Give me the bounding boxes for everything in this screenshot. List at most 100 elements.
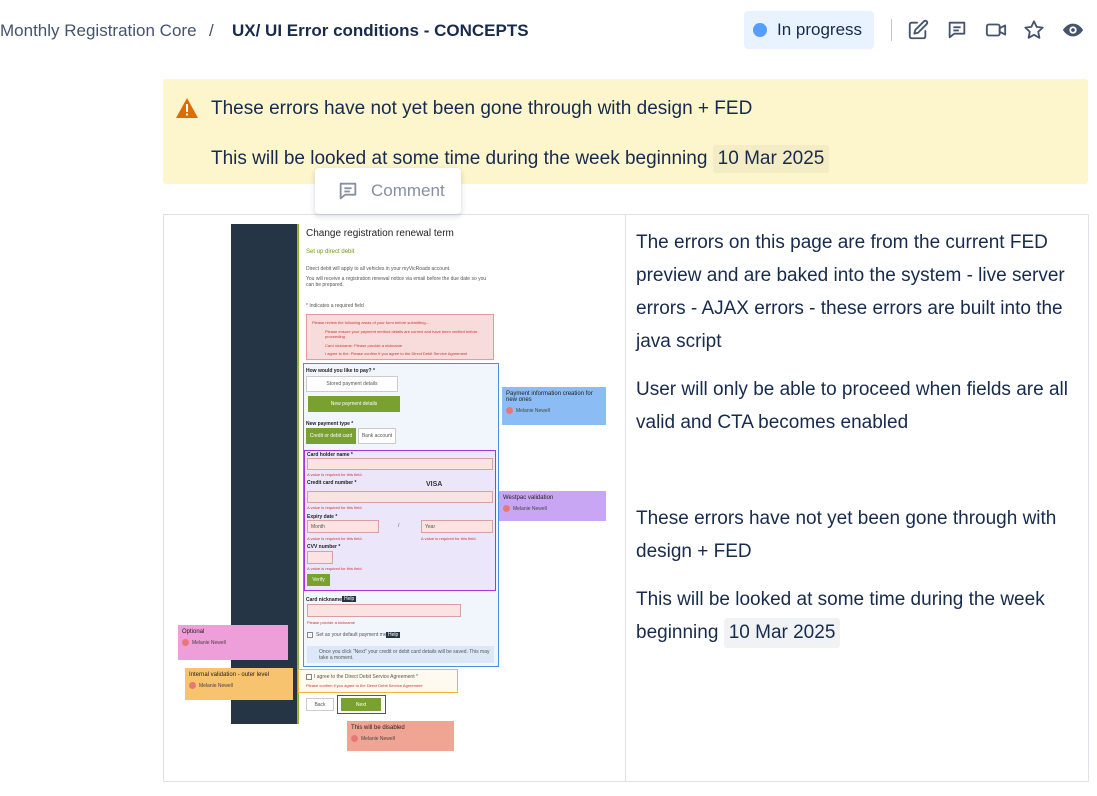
warning-subtext-prefix: This will be looked at some time during …	[211, 148, 708, 169]
mock-nickname-input[interactable]	[307, 604, 461, 617]
mock-field-error: A value is required for this field.	[307, 566, 363, 571]
note-text: Payment information creation for new one…	[506, 391, 593, 403]
breadcrumb-separator: /	[209, 21, 214, 40]
mock-bank-button[interactable]: Bank account	[358, 428, 396, 444]
note-author: Melanie Newell	[506, 407, 602, 414]
status-badge[interactable]: In progress	[744, 11, 874, 49]
mock-field-error: A value is required for this field.	[307, 536, 363, 541]
mock-month-select[interactable]: Month	[307, 520, 379, 533]
mock-agree-error: Please confirm if you agree to the Direc…	[306, 683, 423, 688]
mock-pay-question: How would you like to pay? *	[306, 368, 375, 374]
mock-required-note: * Indicates a required field	[306, 303, 364, 309]
mock-field-error: A value is required for this field.	[307, 472, 363, 477]
mock-new-type-label: New payment type *	[306, 421, 354, 427]
avatar	[189, 682, 196, 689]
note-payment[interactable]: Payment information creation for new one…	[502, 387, 606, 425]
page-header: Monthly Registration Core / UX/ UI Error…	[0, 0, 1097, 62]
header-divider	[891, 19, 892, 41]
warning-icon	[176, 98, 198, 118]
mock-default-label: Set as your default payment method	[316, 632, 397, 638]
mock-cvv-label: CVV number *	[307, 544, 341, 550]
comment-icon	[339, 182, 357, 200]
mock-date-sep: /	[398, 523, 400, 529]
star-icon[interactable]	[1022, 18, 1046, 42]
mock-card-label: Credit card number *	[307, 480, 357, 486]
note-text: Westpac validation	[503, 495, 554, 501]
mock-intro-2: You will receive a registration renewal …	[306, 276, 487, 288]
mock-error-item: Please ensure your payment method detail…	[325, 329, 478, 339]
description-para-1: The errors on this page are from the cur…	[636, 232, 1065, 352]
mock-field-error: A value is required for this field.	[307, 505, 363, 510]
mock-visa-logo: VISA	[426, 481, 443, 488]
mock-help-badge[interactable]: Help	[386, 632, 401, 638]
description-column: The errors on this page are from the cur…	[636, 226, 1081, 664]
note-optional[interactable]: Optional Melanie Newell	[178, 625, 288, 660]
avatar	[503, 505, 510, 512]
warning-text: These errors have not yet been gone thro…	[211, 98, 753, 119]
status-dot-icon	[753, 23, 767, 37]
date-lozenge: 10 Mar 2025	[712, 145, 830, 173]
mock-error-item: Card nickname: Please provide a nickname	[325, 343, 403, 348]
avatar	[506, 407, 513, 414]
video-icon[interactable]	[984, 18, 1008, 42]
mock-holder-input[interactable]	[307, 458, 493, 470]
note-author: Melanie Newell	[503, 505, 602, 512]
status-label: In progress	[777, 20, 863, 39]
date-lozenge: 10 Mar 2025	[723, 618, 841, 648]
mock-agree-block	[298, 669, 458, 693]
note-author: Melanie Newell	[182, 639, 284, 646]
inline-comment-label: Comment	[371, 181, 445, 200]
mock-error-summary: Please review the following areas of you…	[306, 314, 494, 360]
warning-panel: These errors have not yet been gone thro…	[163, 79, 1088, 184]
mock-nickname-label: Card nickname *	[306, 597, 346, 603]
mock-card-button[interactable]: Credit or debit card	[306, 428, 356, 444]
mock-agree-checkbox[interactable]	[306, 674, 312, 680]
note-internal[interactable]: Internal validation - outer level Melani…	[185, 668, 293, 700]
note-westpac[interactable]: Westpac validation Melanie Newell	[499, 491, 606, 521]
edit-icon[interactable]	[906, 18, 930, 42]
mock-field-error: A value is required for this field.	[421, 536, 477, 541]
mock-error-item: I agree to the: Please confirm if you ag…	[325, 351, 468, 356]
eye-icon[interactable]	[1061, 18, 1085, 42]
note-disabled[interactable]: This will be disabled Melanie Newell	[347, 721, 454, 751]
mock-title: Change registration renewal term	[306, 228, 454, 239]
mock-year-select[interactable]: Year	[421, 520, 493, 533]
mock-verify-button[interactable]: Verify	[307, 574, 330, 586]
table-column-divider	[625, 214, 626, 782]
warning-subtext: This will be looked at some time during …	[211, 145, 830, 173]
mock-cvv-input[interactable]	[307, 551, 333, 564]
mock-help-badge[interactable]: Help	[342, 596, 357, 602]
mock-error-heading: Please review the following areas of you…	[312, 320, 429, 325]
description-para-4: This will be looked at some time during …	[636, 583, 1081, 649]
mock-nickname-error: Please provide a nickname	[307, 620, 356, 625]
mock-next-button[interactable]: Next	[341, 698, 381, 711]
inline-comment-button[interactable]: Comment	[315, 168, 461, 214]
note-text: Internal validation - outer level	[189, 672, 270, 678]
note-author: Melanie Newell	[351, 735, 450, 742]
mock-intro-1: Direct debit will apply to all vehicles …	[306, 266, 451, 272]
description-para-4-text: This will be looked at some time during …	[636, 589, 1045, 643]
avatar	[182, 639, 189, 646]
mock-info-box: Once you click "Next" your credit or deb…	[307, 646, 494, 663]
mock-card-input[interactable]	[307, 491, 493, 503]
note-author: Melanie Newell	[189, 682, 289, 689]
note-author-name: Melanie Newell	[513, 505, 547, 512]
breadcrumb-parent[interactable]: Monthly Registration Core	[0, 21, 197, 41]
note-text: This will be disabled	[351, 725, 405, 731]
note-author-name: Melanie Newell	[361, 735, 395, 742]
mock-new-button[interactable]: New payment details	[308, 396, 400, 412]
page-title: UX/ UI Error conditions - CONCEPTS	[232, 21, 529, 40]
mock-agree-label: I agree to the Direct Debit Service Agre…	[314, 674, 418, 680]
mock-stored-button[interactable]: Stored payment details	[306, 376, 398, 392]
note-author-name: Melanie Newell	[192, 639, 226, 646]
mock-subtitle: Set up direct debit	[306, 249, 355, 255]
mock-default-checkbox[interactable]	[307, 632, 313, 638]
note-text: Optional	[182, 629, 205, 635]
note-author-name: Melanie Newell	[199, 682, 233, 689]
description-para-2: User will only be able to proceed when f…	[636, 379, 1068, 433]
comment-icon[interactable]	[945, 18, 969, 42]
description-para-3: These errors have not yet been gone thro…	[636, 508, 1057, 562]
note-author-name: Melanie Newell	[516, 407, 550, 414]
mock-back-button[interactable]: Back	[306, 698, 334, 711]
